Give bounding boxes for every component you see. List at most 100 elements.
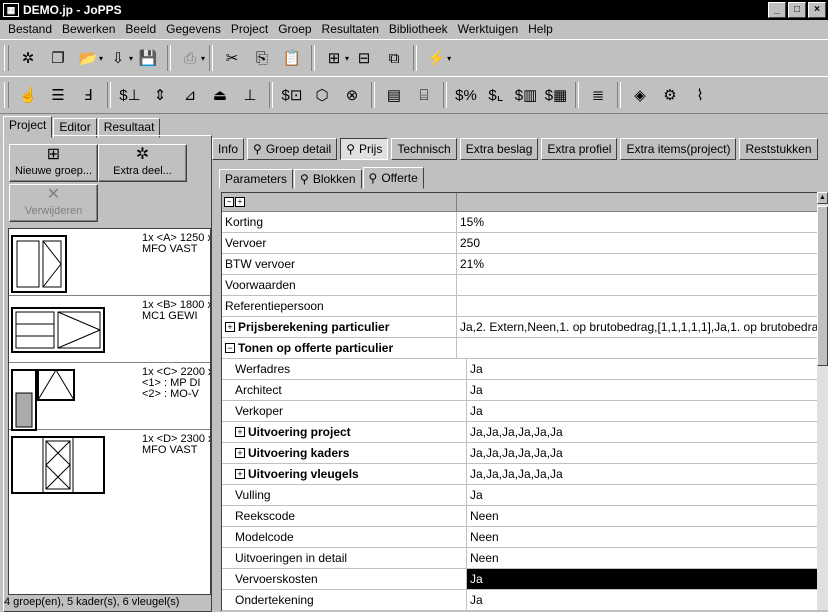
row-value[interactable]: Ja,Ja,Ja,Ja,Ja,Ja [467,443,818,463]
dimension-icon[interactable]: ⇕ [149,84,171,106]
list-icon[interactable]: ≣ [587,84,609,106]
group-icon[interactable]: ⊞ [323,47,345,69]
tab-blokken[interactable]: ⚲ Blokken [294,169,362,189]
open-folder-icon[interactable]: 📂 [77,47,99,69]
save-icon[interactable]: 💾 [137,47,159,69]
expand-all-icon[interactable]: + [235,197,245,207]
frame-add-icon[interactable]: ⊟ [353,47,375,69]
close-button[interactable]: × [808,2,826,18]
remnants-button[interactable]: Reststukken [739,138,818,160]
chevron-down-icon[interactable]: ▾ [129,54,133,63]
menu-bibliotheek[interactable]: Bibliotheek [384,22,453,36]
price-glass-icon[interactable]: $⊡ [281,84,303,106]
hardware-icon[interactable]: ⏏ [209,84,231,106]
copy-icon[interactable]: ⎘ [251,47,273,69]
table-row[interactable]: Referentiepersoon [222,296,818,317]
menu-groep[interactable]: Groep [273,22,316,36]
line-chart-icon[interactable]: $⌞ [485,84,507,106]
extra-part-button[interactable]: ✲ Extra deel... [98,144,187,182]
table-row[interactable]: Architect Ja [222,380,818,401]
menu-werktuigen[interactable]: Werktuigen [453,22,523,36]
lightning-icon[interactable]: ⚡ [425,47,447,69]
row-value[interactable]: Ja [467,359,818,379]
toolbar-grip[interactable] [4,82,9,108]
minimize-button[interactable]: _ [768,2,786,18]
scroll-thumb[interactable] [817,206,828,366]
profile-icon[interactable]: Ⅎ [77,84,99,106]
row-value[interactable]: Ja [467,590,818,610]
app-icon[interactable]: ▦ [3,3,19,17]
row-value[interactable]: Ja,Ja,Ja,Ja,Ja,Ja [467,464,818,484]
menu-help[interactable]: Help [523,22,558,36]
vertical-scrollbar[interactable]: ▲ [817,192,828,610]
notes-icon[interactable]: ⌸ [413,84,435,106]
collapse-all-icon[interactable]: − [224,197,234,207]
row-value[interactable]: 21% [457,254,818,274]
extra-profile-button[interactable]: Extra profiel [541,138,618,160]
tab-project[interactable]: Project [3,116,53,138]
table-row[interactable]: Uitvoeringen in detail Neen [222,548,818,569]
table-row[interactable]: + Prijsberekening particulier Ja,2. Extern… [222,317,818,338]
table-row[interactable]: Vulling Ja [222,485,818,506]
table-row[interactable]: Vervoerskosten Ja [222,569,818,590]
import-icon[interactable]: ⇩ [107,47,129,69]
row-value[interactable]: Ja,2. Extern,Neen,1. op brutobedrag,[1,1… [457,317,818,337]
table-row[interactable]: Modelcode Neen [222,527,818,548]
menu-project[interactable]: Project [226,22,273,36]
tab-offerte[interactable]: ⚲ Offerte [362,167,424,189]
paste-icon[interactable]: 📋 [281,47,303,69]
collapse-icon[interactable]: − [225,343,235,353]
menu-resultaten[interactable]: Resultaten [317,22,384,36]
cube-icon[interactable]: ⬡ [311,84,333,106]
chevron-down-icon[interactable]: ▾ [201,54,205,63]
group-detail-button[interactable]: ⚲ Groep detail [247,138,338,160]
profile-list-icon[interactable]: ☰ [47,84,69,106]
table-row[interactable]: Reekscode Neen [222,506,818,527]
print-icon[interactable]: ⎙ [179,47,201,69]
table-row[interactable]: Vervoer 250 [222,233,818,254]
copy-doc-icon[interactable]: ❐ [47,47,69,69]
menu-bestand[interactable]: Bestand [0,22,57,36]
menu-bewerken[interactable]: Bewerken [57,22,120,36]
new-group-button[interactable]: ⊞ Nieuwe groep... [9,144,98,182]
scroll-up-icon[interactable]: ▲ [817,192,828,204]
table-row[interactable]: Werfadres Ja [222,359,818,380]
list-item[interactable]: 1x <B> 1800 x MC1 GEWI [9,296,210,363]
row-value[interactable]: Ja [467,401,818,421]
expand-icon[interactable]: + [235,469,245,479]
price-profile-icon[interactable]: $⊥ [119,84,141,106]
frame-list[interactable]: 1x <A> 1250 x MFO VAST 1x <B> 1800 x MC1… [8,228,211,595]
new-icon[interactable]: ✲ [17,47,39,69]
row-value[interactable]: Neen [467,548,818,568]
chevron-down-icon[interactable]: ▾ [447,54,451,63]
technical-button[interactable]: Technisch [391,138,457,160]
percent-icon[interactable]: $% [455,84,477,106]
chevron-down-icon[interactable]: ▾ [99,54,103,63]
bar-icon[interactable]: ⊥ [239,84,261,106]
expand-icon[interactable]: + [235,448,245,458]
row-value[interactable]: Ja,Ja,Ja,Ja,Ja,Ja [467,422,818,442]
table-row[interactable]: Voorwaarden [222,275,818,296]
reinforcement-icon[interactable]: ⊿ [179,84,201,106]
extra-hardware-button[interactable]: Extra beslag [459,138,539,160]
diamond-icon[interactable]: ◈ [629,84,651,106]
cut-icon[interactable]: ✂ [221,47,243,69]
hand-icon[interactable]: ☝ [17,84,39,106]
list-item[interactable]: 1x <A> 1250 x MFO VAST [9,229,210,296]
maximize-button[interactable]: □ [788,2,806,18]
menu-beeld[interactable]: Beeld [120,22,161,36]
price-button[interactable]: ⚲ Prijs [340,138,389,160]
chevron-down-icon[interactable]: ▾ [345,54,349,63]
extra-items-button[interactable]: Extra items(project) [620,138,737,160]
table-row[interactable]: + Uitvoering project Ja,Ja,Ja,Ja,Ja,Ja [222,422,818,443]
table-row[interactable]: Korting 15% [222,212,818,233]
table-row[interactable]: Ondertekening Ja [222,590,818,611]
delete-button[interactable]: ✕ Verwijderen [9,184,98,222]
table-row[interactable]: + Uitvoering vleugels Ja,Ja,Ja,Ja,Ja,Ja [222,464,818,485]
row-value[interactable]: Neen [467,527,818,547]
document-icon[interactable]: ▤ [383,84,405,106]
row-value[interactable]: Ja [467,380,818,400]
toolbar-grip[interactable] [4,45,9,71]
row-value[interactable]: Ja [467,485,818,505]
coil-icon[interactable]: ⌇ [689,84,711,106]
